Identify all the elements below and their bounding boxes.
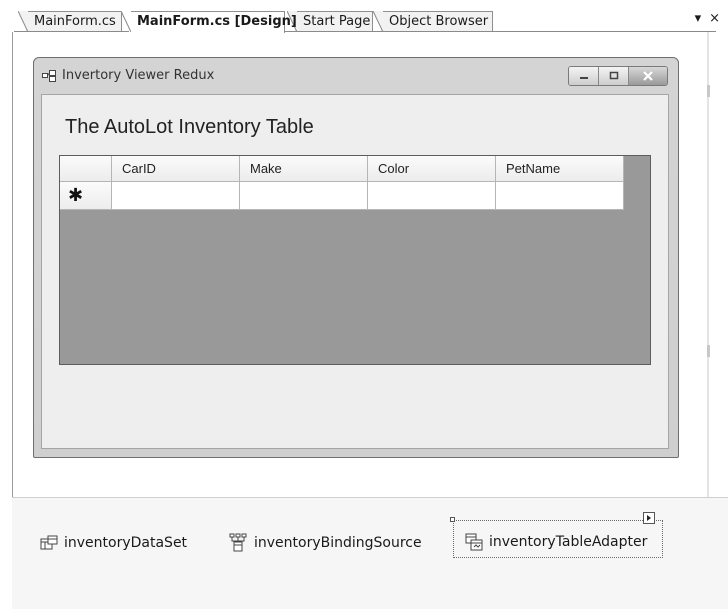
form-app-icon xyxy=(42,70,56,82)
close-document-icon[interactable]: × xyxy=(709,11,720,26)
grid-cell-make[interactable] xyxy=(240,182,368,210)
window-caption-buttons xyxy=(568,66,668,86)
inventory-table-adapter-label: inventoryTableAdapter xyxy=(489,534,648,550)
minimize-icon xyxy=(579,77,588,79)
grid-column-header-make[interactable]: Make xyxy=(240,156,368,182)
inventory-dataset-component[interactable]: inventoryDataSet xyxy=(40,535,187,551)
grid-cell-petname[interactable] xyxy=(496,182,624,210)
grid-header-row: CarID Make Color PetName xyxy=(60,156,624,182)
table-adapter-icon xyxy=(465,533,483,551)
close-icon xyxy=(643,71,653,81)
smart-tag-button[interactable] xyxy=(643,512,655,524)
maximize-button[interactable] xyxy=(599,67,629,85)
tabstrip-buttons: ▾ × xyxy=(695,11,720,26)
tab-mainform-design[interactable]: MainForm.cs [Design] xyxy=(121,11,297,33)
tab-mainform-code[interactable]: MainForm.cs xyxy=(18,11,122,32)
inventory-binding-source-label: inventoryBindingSource xyxy=(254,535,422,551)
new-row-marker-icon[interactable]: ✱ xyxy=(60,182,112,210)
smart-tag-arrow-icon xyxy=(647,515,651,521)
close-button[interactable] xyxy=(629,67,667,85)
inventory-data-grid[interactable]: CarID Make Color PetName ✱ xyxy=(59,155,651,365)
binding-source-icon xyxy=(229,533,247,552)
dataset-icon xyxy=(40,535,58,550)
grid-corner-header[interactable] xyxy=(60,156,112,182)
maximize-icon xyxy=(609,71,618,80)
inventory-dataset-label: inventoryDataSet xyxy=(64,535,188,551)
inventory-table-heading: The AutoLot Inventory Table xyxy=(65,116,314,138)
form-window-title: Invertory Viewer Redux xyxy=(62,68,215,83)
grid-column-header-petname[interactable]: PetName xyxy=(496,156,624,182)
grid-cell-carid[interactable] xyxy=(112,182,240,210)
form-client-area[interactable]: The AutoLot Inventory Table CarID Make C… xyxy=(41,94,669,449)
minimize-button[interactable] xyxy=(569,67,599,85)
document-tab-strip: MainForm.cs MainForm.cs [Design] Start P… xyxy=(0,0,728,33)
selection-handle-top-left[interactable] xyxy=(450,517,455,522)
tab-object-browser[interactable]: Object Browser xyxy=(373,11,493,32)
resize-grip-top[interactable] xyxy=(707,85,710,97)
tab-start-page[interactable]: Start Page xyxy=(287,11,373,32)
tab-dropdown-icon[interactable]: ▾ xyxy=(695,11,702,26)
inventory-binding-source-component[interactable]: inventoryBindingSource xyxy=(228,533,422,553)
grid-column-header-color[interactable]: Color xyxy=(368,156,496,182)
grid-new-row[interactable]: ✱ xyxy=(60,182,624,210)
form-window[interactable]: Invertory Viewer Redux The AutoLot Inven… xyxy=(33,57,679,458)
resize-grip-middle[interactable] xyxy=(707,345,710,357)
form-titlebar[interactable]: Invertory Viewer Redux xyxy=(34,58,678,94)
grid-cell-color[interactable] xyxy=(368,182,496,210)
inventory-table-adapter-component[interactable]: inventoryTableAdapter xyxy=(465,533,647,551)
grid-column-header-carid[interactable]: CarID xyxy=(112,156,240,182)
